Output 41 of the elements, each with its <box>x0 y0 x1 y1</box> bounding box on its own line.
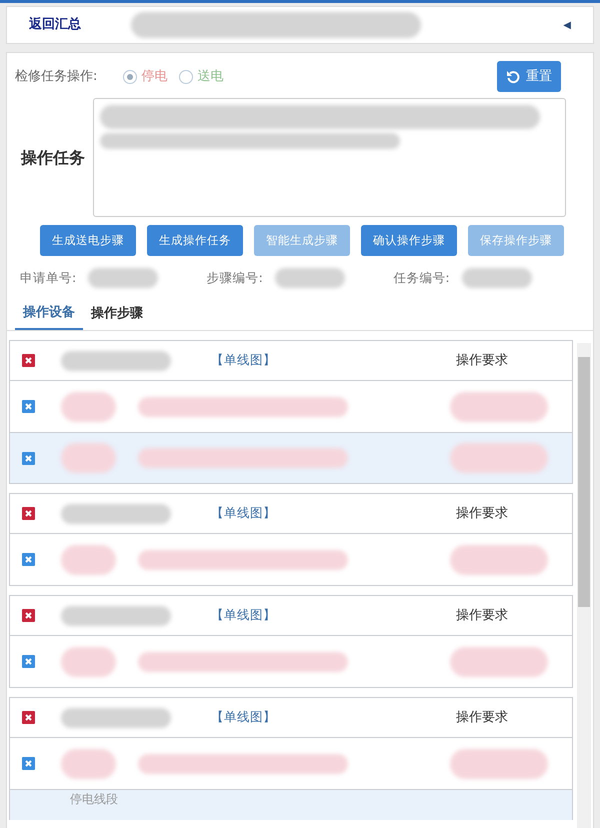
task-field-label: 操作任务 <box>20 146 86 168</box>
partial-row: 停电线段 <box>9 790 573 820</box>
redacted-block <box>88 268 158 288</box>
collapse-toggle[interactable]: ◀ <box>563 18 571 32</box>
delete-icon[interactable] <box>22 553 35 566</box>
delete-icon[interactable] <box>22 452 35 464</box>
info-label: 任务编号: <box>393 268 450 287</box>
action-button[interactable]: 生成操作任务 <box>147 225 243 256</box>
diagram-link[interactable]: 【单线图】 <box>211 351 276 370</box>
delete-icon[interactable] <box>22 354 35 367</box>
redacted-block <box>61 443 116 473</box>
tab[interactable]: 操作步骤 <box>83 298 151 330</box>
redacted-block <box>61 544 116 574</box>
delete-icon[interactable] <box>22 609 35 622</box>
delete-icon[interactable] <box>22 400 35 413</box>
requirement-heading: 操作要求 <box>456 504 508 523</box>
action-button[interactable]: 确认操作步骤 <box>361 225 457 256</box>
back-link[interactable]: 返回汇总 <box>29 15 81 35</box>
scrollbar[interactable] <box>577 343 591 828</box>
delete-icon[interactable] <box>22 711 35 724</box>
info-label: 步骤编号: <box>206 268 263 287</box>
task-type-label: 检修任务操作: <box>15 68 98 86</box>
requirement-heading: 操作要求 <box>456 352 508 370</box>
reset-button[interactable]: 重置 <box>497 61 561 92</box>
redacted-block <box>462 268 532 288</box>
requirement-heading: 操作要求 <box>456 606 508 625</box>
action-button[interactable]: 生成送电步骤 <box>40 225 136 256</box>
diagram-link[interactable]: 【单线图】 <box>211 708 276 727</box>
requirement-heading: 操作要求 <box>456 708 508 727</box>
delete-icon[interactable] <box>22 655 35 668</box>
diagram-link[interactable]: 【单线图】 <box>211 606 276 625</box>
delete-icon[interactable] <box>22 757 35 770</box>
redacted-block <box>61 748 116 778</box>
redacted-block <box>61 392 116 422</box>
undo-icon <box>506 70 520 84</box>
info-label: 申请单号: <box>20 268 76 287</box>
delete-icon[interactable] <box>22 507 35 520</box>
diagram-link[interactable]: 【单线图】 <box>211 504 276 523</box>
redacted-block <box>61 646 116 676</box>
redacted-block <box>274 268 345 288</box>
tab[interactable]: 操作设备 <box>15 298 83 330</box>
